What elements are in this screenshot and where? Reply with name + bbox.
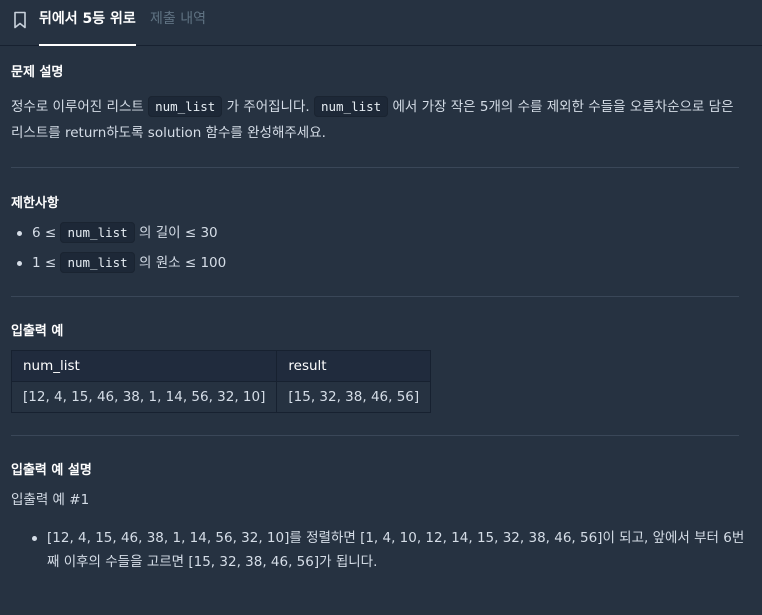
table-cell-input: [12, 4, 15, 46, 38, 1, 14, 56, 32, 10] (10, 381, 278, 413)
bookmark-icon[interactable] (13, 11, 27, 29)
constraints-heading: 제한사항 (11, 196, 59, 211)
problem-page: 뒤에서 5등 위로 제출 내역 문제 설명 정수로 이루어진 리스트 num_l… (0, 0, 762, 615)
io-example-heading: 입출력 예 (11, 324, 64, 339)
io-explanation-heading: 입출력 예 설명 (11, 463, 92, 478)
problem-content: 문제 설명 정수로 이루어진 리스트 num_list 가 주어집니다. num… (0, 46, 762, 615)
tab-problem[interactable]: 뒤에서 5등 위로 (39, 0, 136, 46)
section-divider (11, 296, 739, 297)
tab-problem-label: 뒤에서 5등 위로 (39, 11, 136, 27)
io-explanation-item: [12, 4, 15, 46, 38, 1, 14, 56, 32, 10]를 … (32, 526, 747, 574)
bullet-dot (32, 536, 37, 541)
column-header-result: result (276, 350, 432, 382)
io-example-table: num_list result [12, 4, 15, 46, 38, 1, 1… (10, 350, 432, 413)
constraint-prefix: 1 ≤ (32, 255, 61, 271)
problem-description-heading: 문제 설명 (11, 65, 64, 80)
tab-submissions[interactable]: 제출 내역 (150, 0, 206, 46)
tab-bar: 뒤에서 5등 위로 제출 내역 (0, 0, 762, 46)
bullet-dot (17, 231, 22, 236)
section-divider (11, 435, 739, 436)
description-code-1: num_list (148, 96, 223, 117)
constraint-suffix: 의 길이 ≤ 30 (134, 225, 218, 241)
description-text-1: 정수로 이루어진 리스트 (11, 99, 149, 115)
constraint-code: num_list (60, 252, 135, 273)
description-text-2: 가 주어집니다. (222, 99, 314, 115)
tab-submissions-label: 제출 내역 (150, 11, 206, 27)
constraint-code: num_list (60, 222, 135, 243)
bullet-dot (17, 261, 22, 266)
constraint-prefix: 6 ≤ (32, 225, 61, 241)
table-cell-result: [15, 32, 38, 46, 56] (276, 381, 432, 413)
problem-description: 정수로 이루어진 리스트 num_list 가 주어집니다. num_list … (11, 94, 741, 146)
constraint-item: 6 ≤ num_list 의 길이 ≤ 30 (17, 222, 218, 244)
section-divider (11, 167, 739, 168)
io-explanation-text: [12, 4, 15, 46, 38, 1, 14, 56, 32, 10]를 … (47, 530, 745, 570)
table-row: [12, 4, 15, 46, 38, 1, 14, 56, 32, 10] [… (10, 381, 432, 413)
io-explanation-subheading: 입출력 예 #1 (11, 492, 90, 508)
table-header-row: num_list result (10, 350, 432, 382)
description-code-2: num_list (313, 96, 389, 117)
constraint-item: 1 ≤ num_list 의 원소 ≤ 100 (17, 252, 227, 274)
column-header-num-list: num_list (10, 350, 278, 382)
constraint-suffix: 의 원소 ≤ 100 (134, 255, 227, 271)
